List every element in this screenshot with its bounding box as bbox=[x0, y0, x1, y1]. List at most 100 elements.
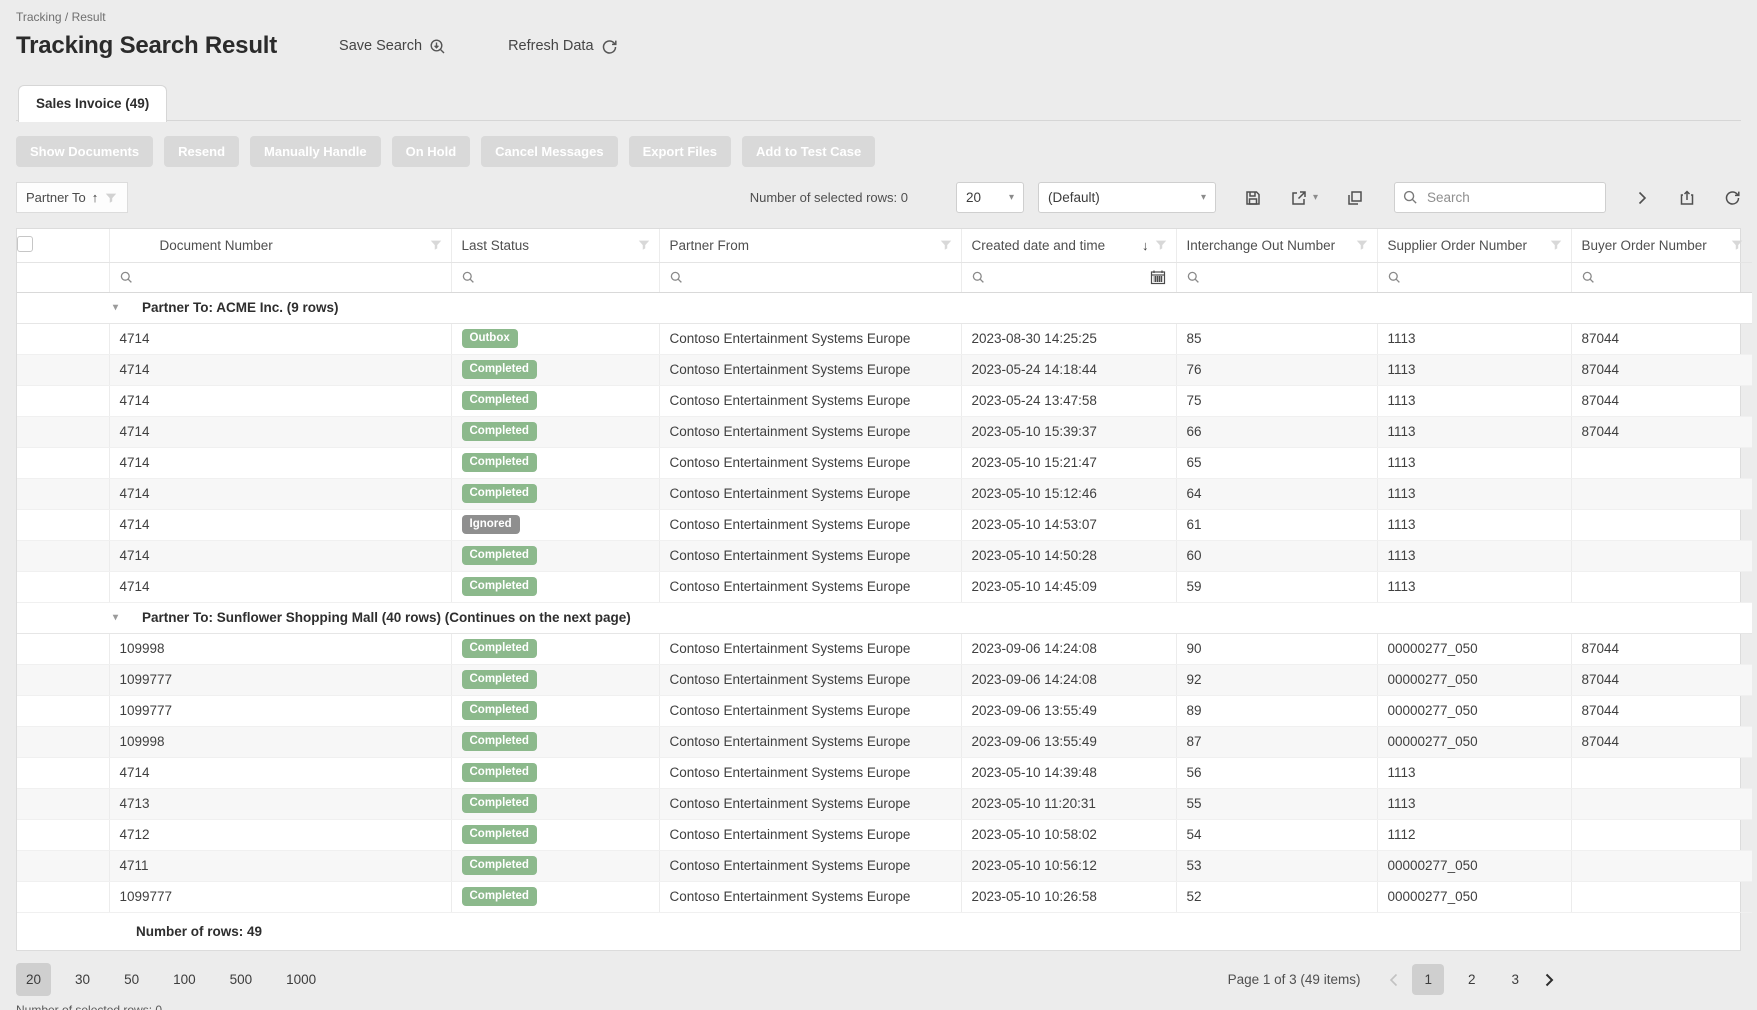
filter-icon[interactable] bbox=[939, 238, 953, 252]
cell-document-number[interactable]: 4712 bbox=[109, 819, 451, 850]
filter-cell-created-date-and-time[interactable] bbox=[961, 262, 1176, 292]
cell-created-date-and-time[interactable]: 2023-05-10 10:26:58 bbox=[961, 881, 1176, 912]
cell-last-status[interactable]: Completed bbox=[451, 819, 659, 850]
cell-buyer-order-number[interactable] bbox=[1571, 881, 1752, 912]
cell-document-number[interactable]: 1099777 bbox=[109, 664, 451, 695]
export-files-button[interactable]: Export Files bbox=[629, 136, 731, 167]
cell-supplier-order-number[interactable]: 1112 bbox=[1377, 819, 1571, 850]
cell-partner-from[interactable]: Contoso Entertainment Systems Europe bbox=[659, 571, 961, 602]
cell-partner-from[interactable]: Contoso Entertainment Systems Europe bbox=[659, 664, 961, 695]
row-select-cell[interactable] bbox=[17, 757, 109, 788]
cell-buyer-order-number[interactable]: 87044 bbox=[1571, 323, 1752, 354]
filter-icon[interactable] bbox=[1154, 238, 1168, 252]
page-size-1000-button[interactable]: 1000 bbox=[276, 963, 326, 996]
cell-supplier-order-number[interactable]: 1113 bbox=[1377, 447, 1571, 478]
cell-supplier-order-number[interactable]: 00000277_050 bbox=[1377, 664, 1571, 695]
cell-created-date-and-time[interactable]: 2023-09-06 14:24:08 bbox=[961, 664, 1176, 695]
table-row[interactable]: 4714CompletedContoso Entertainment Syste… bbox=[17, 478, 1752, 509]
row-select-cell[interactable] bbox=[17, 726, 109, 757]
cell-supplier-order-number[interactable]: 1113 bbox=[1377, 540, 1571, 571]
cell-interchange-out-number[interactable]: 60 bbox=[1176, 540, 1377, 571]
cell-buyer-order-number[interactable]: 87044 bbox=[1571, 664, 1752, 695]
cell-last-status[interactable]: Completed bbox=[451, 881, 659, 912]
filter-cell-buyer-order-number[interactable] bbox=[1571, 262, 1752, 292]
row-select-cell[interactable] bbox=[17, 385, 109, 416]
cell-supplier-order-number[interactable]: 1113 bbox=[1377, 571, 1571, 602]
table-row[interactable]: 4714IgnoredContoso Entertainment Systems… bbox=[17, 509, 1752, 540]
table-row[interactable]: 4714CompletedContoso Entertainment Syste… bbox=[17, 354, 1752, 385]
cell-supplier-order-number[interactable]: 1113 bbox=[1377, 385, 1571, 416]
cell-buyer-order-number[interactable]: 87044 bbox=[1571, 726, 1752, 757]
cell-interchange-out-number[interactable]: 87 bbox=[1176, 726, 1377, 757]
filter-icon[interactable] bbox=[1355, 238, 1369, 252]
row-select-cell[interactable] bbox=[17, 323, 109, 354]
cell-partner-from[interactable]: Contoso Entertainment Systems Europe bbox=[659, 478, 961, 509]
cell-supplier-order-number[interactable]: 00000277_050 bbox=[1377, 695, 1571, 726]
table-row[interactable]: 4713CompletedContoso Entertainment Syste… bbox=[17, 788, 1752, 819]
cell-partner-from[interactable]: Contoso Entertainment Systems Europe bbox=[659, 354, 961, 385]
page-size-500-button[interactable]: 500 bbox=[220, 963, 263, 996]
cell-interchange-out-number[interactable]: 76 bbox=[1176, 354, 1377, 385]
cell-partner-from[interactable]: Contoso Entertainment Systems Europe bbox=[659, 416, 961, 447]
cell-created-date-and-time[interactable]: 2023-05-24 14:18:44 bbox=[961, 354, 1176, 385]
cell-document-number[interactable]: 109998 bbox=[109, 633, 451, 664]
cell-partner-from[interactable]: Contoso Entertainment Systems Europe bbox=[659, 447, 961, 478]
breadcrumb[interactable]: Tracking / Result bbox=[16, 10, 1741, 24]
resend-button[interactable]: Resend bbox=[164, 136, 239, 167]
cell-buyer-order-number[interactable]: 87044 bbox=[1571, 385, 1752, 416]
cell-last-status[interactable]: Completed bbox=[451, 478, 659, 509]
show-documents-button[interactable]: Show Documents bbox=[16, 136, 153, 167]
row-select-cell[interactable] bbox=[17, 416, 109, 447]
cell-buyer-order-number[interactable] bbox=[1571, 819, 1752, 850]
refresh-data-button[interactable]: Refresh Data bbox=[508, 38, 617, 55]
cell-last-status[interactable]: Completed bbox=[451, 664, 659, 695]
table-row[interactable]: 4714CompletedContoso Entertainment Syste… bbox=[17, 416, 1752, 447]
row-select-cell[interactable] bbox=[17, 540, 109, 571]
row-select-cell[interactable] bbox=[17, 788, 109, 819]
cell-document-number[interactable]: 4714 bbox=[109, 571, 451, 602]
cell-created-date-and-time[interactable]: 2023-05-10 10:56:12 bbox=[961, 850, 1176, 881]
open-in-new-button[interactable] bbox=[1678, 189, 1696, 207]
table-row[interactable]: 1099777CompletedContoso Entertainment Sy… bbox=[17, 881, 1752, 912]
select-all-checkbox[interactable] bbox=[17, 236, 33, 252]
cell-created-date-and-time[interactable]: 2023-05-10 15:21:47 bbox=[961, 447, 1176, 478]
cell-last-status[interactable]: Completed bbox=[451, 354, 659, 385]
add-to-test-case-button[interactable]: Add to Test Case bbox=[742, 136, 875, 167]
table-row[interactable]: 109998CompletedContoso Entertainment Sys… bbox=[17, 726, 1752, 757]
column-header-partner-from[interactable]: Partner From bbox=[659, 229, 961, 262]
cell-document-number[interactable]: 4714 bbox=[109, 354, 451, 385]
page-size-20-button[interactable]: 20 bbox=[16, 963, 51, 996]
cell-partner-from[interactable]: Contoso Entertainment Systems Europe bbox=[659, 819, 961, 850]
cell-last-status[interactable]: Completed bbox=[451, 571, 659, 602]
filter-cell-supplier-order-number[interactable] bbox=[1377, 262, 1571, 292]
cell-document-number[interactable]: 109998 bbox=[109, 726, 451, 757]
cell-interchange-out-number[interactable]: 90 bbox=[1176, 633, 1377, 664]
cell-interchange-out-number[interactable]: 56 bbox=[1176, 757, 1377, 788]
cell-buyer-order-number[interactable] bbox=[1571, 788, 1752, 819]
filter-icon[interactable] bbox=[637, 238, 651, 252]
row-select-cell[interactable] bbox=[17, 850, 109, 881]
row-select-cell[interactable] bbox=[17, 881, 109, 912]
cell-partner-from[interactable]: Contoso Entertainment Systems Europe bbox=[659, 385, 961, 416]
filter-cell-last-status[interactable] bbox=[451, 262, 659, 292]
cell-buyer-order-number[interactable]: 87044 bbox=[1571, 695, 1752, 726]
cell-buyer-order-number[interactable]: 87044 bbox=[1571, 416, 1752, 447]
layout-select[interactable]: (Default) ▾ bbox=[1038, 182, 1216, 213]
table-row[interactable]: 4714CompletedContoso Entertainment Syste… bbox=[17, 540, 1752, 571]
calendar-icon[interactable] bbox=[1150, 269, 1166, 285]
cell-created-date-and-time[interactable]: 2023-05-10 14:45:09 bbox=[961, 571, 1176, 602]
cell-interchange-out-number[interactable]: 54 bbox=[1176, 819, 1377, 850]
row-select-cell[interactable] bbox=[17, 819, 109, 850]
group-by-chip-partner-to[interactable]: Partner To ↑ bbox=[16, 182, 128, 213]
cell-last-status[interactable]: Completed bbox=[451, 788, 659, 819]
column-header-interchange-out-number[interactable]: Interchange Out Number bbox=[1176, 229, 1377, 262]
row-select-cell[interactable] bbox=[17, 509, 109, 540]
next-page-button[interactable] bbox=[1537, 968, 1561, 992]
cell-interchange-out-number[interactable]: 52 bbox=[1176, 881, 1377, 912]
table-row[interactable]: 4714CompletedContoso Entertainment Syste… bbox=[17, 385, 1752, 416]
cell-partner-from[interactable]: Contoso Entertainment Systems Europe bbox=[659, 850, 961, 881]
cell-supplier-order-number[interactable]: 00000277_050 bbox=[1377, 726, 1571, 757]
row-select-cell[interactable] bbox=[17, 571, 109, 602]
cell-document-number[interactable]: 4714 bbox=[109, 385, 451, 416]
cell-created-date-and-time[interactable]: 2023-05-10 15:39:37 bbox=[961, 416, 1176, 447]
